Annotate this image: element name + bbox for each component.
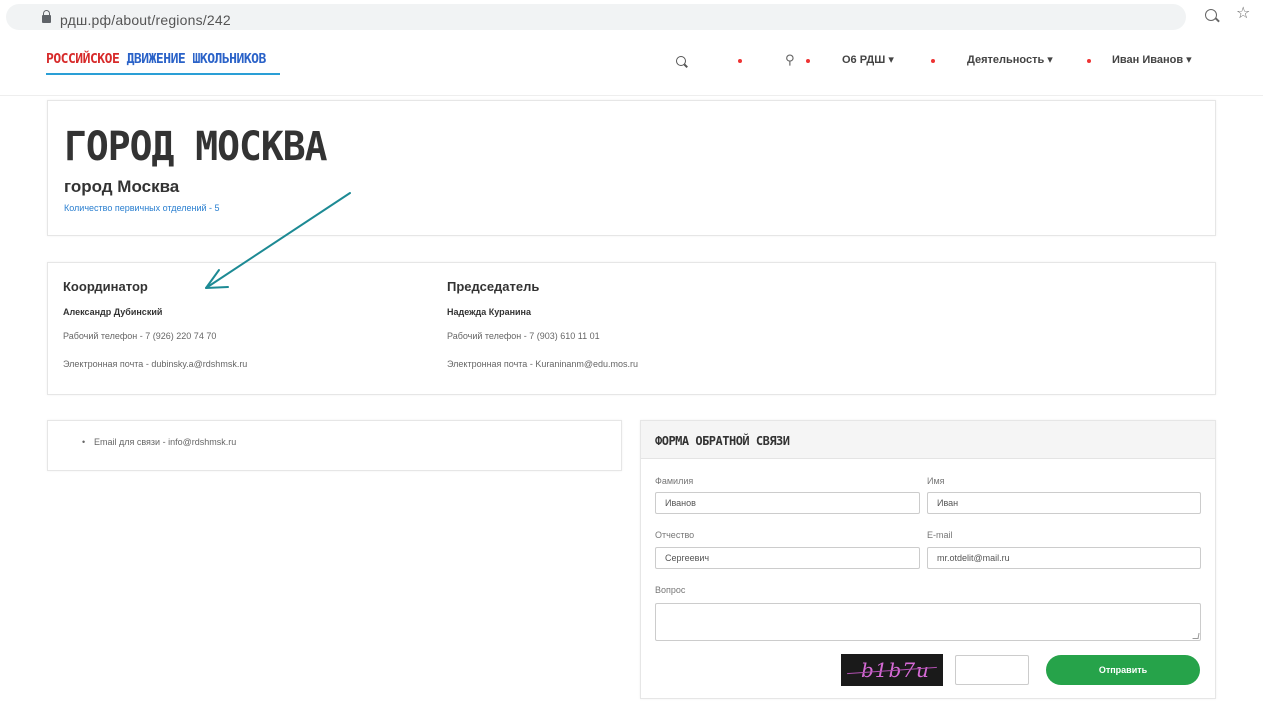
nav-separator-dot <box>1087 59 1091 63</box>
patronymic-field[interactable]: Сергеевич <box>655 547 920 569</box>
sitemap-icon[interactable]: ⚲ <box>785 52 795 68</box>
chairman-email: Электронная почта - Kuraninanm@edu.mos.r… <box>447 359 638 369</box>
nav-user-dropdown[interactable]: Иван Иванов ▾ <box>1112 53 1192 66</box>
form-title: ФОРМА ОБРАТНОЙ СВЯЗИ <box>655 434 790 448</box>
page-title: ГОРОД МОСКВА <box>64 123 328 170</box>
email-field[interactable]: mr.otdelit@mail.ru <box>927 547 1201 569</box>
nav-activity-dropdown[interactable]: Деятельность ▾ <box>967 53 1053 66</box>
contacts-card: Координатор Александр Дубинский Рабочий … <box>47 262 1216 395</box>
nav-separator-dot <box>806 59 810 63</box>
url-field[interactable]: рдш.рф/about/regions/242 <box>6 4 1186 30</box>
browser-address-bar: рдш.рф/about/regions/242 ☆ <box>0 0 1263 34</box>
patronymic-label: Отчество <box>655 530 695 540</box>
search-icon[interactable] <box>676 56 686 66</box>
site-logo[interactable]: РОССИЙСКОЕ ДВИЖЕНИЕ ШКОЛЬНИКОВ <box>46 52 266 67</box>
logo-underline <box>46 73 280 75</box>
bookmark-star-icon[interactable]: ☆ <box>1236 6 1250 22</box>
contact-email-item[interactable]: Email для связи - info@rdshmsk.ru <box>82 437 236 447</box>
surname-label: Фамилия <box>655 476 694 486</box>
captcha-image: b1b7u <box>841 654 943 686</box>
email-info-card: Email для связи - info@rdshmsk.ru <box>47 420 622 471</box>
region-header-card: ГОРОД МОСКВА город Москва Количество пер… <box>47 100 1216 236</box>
logo-text-red: РОССИЙСКОЕ <box>46 52 120 67</box>
submit-button[interactable]: Отправить <box>1046 655 1200 685</box>
feedback-form-card: ФОРМА ОБРАТНОЙ СВЯЗИ Фамилия Иванов Имя … <box>640 420 1216 699</box>
chairman-phone: Рабочий телефон - 7 (903) 610 11 01 <box>447 331 600 341</box>
coordinator-heading: Координатор <box>63 279 148 294</box>
zoom-icon[interactable] <box>1205 9 1217 21</box>
coordinator-phone: Рабочий телефон - 7 (926) 220 74 70 <box>63 331 217 341</box>
region-subtitle: город Москва <box>64 177 180 196</box>
chairman-heading: Председатель <box>447 279 540 294</box>
lock-icon[interactable] <box>42 10 51 23</box>
url-text[interactable]: рдш.рф/about/regions/242 <box>60 12 231 28</box>
question-label: Вопрос <box>655 585 686 595</box>
coordinator-name: Александр Дубинский <box>63 307 163 317</box>
branch-count: Количество первичных отделений - 5 <box>64 203 220 213</box>
captcha-input[interactable] <box>955 655 1029 685</box>
resize-handle-icon[interactable] <box>1192 633 1200 639</box>
name-label: Имя <box>927 476 945 486</box>
form-header: ФОРМА ОБРАТНОЙ СВЯЗИ <box>641 421 1215 459</box>
surname-field[interactable]: Иванов <box>655 492 920 514</box>
nav-about-dropdown[interactable]: О6 РДШ ▾ <box>842 53 894 66</box>
name-field[interactable]: Иван <box>927 492 1201 514</box>
nav-separator-dot <box>931 59 935 63</box>
site-header: РОССИЙСКОЕ ДВИЖЕНИЕ ШКОЛЬНИКОВ ⚲ О6 РДШ … <box>0 34 1263 96</box>
logo-text-blue: ДВИЖЕНИЕ ШКОЛЬНИКОВ <box>126 52 267 67</box>
coordinator-email: Электронная почта - dubinsky.a@rdshmsk.r… <box>63 359 248 369</box>
question-textarea[interactable] <box>655 603 1201 641</box>
chairman-name: Надежда Куранина <box>447 307 531 317</box>
email-label: E-mail <box>927 530 953 540</box>
nav-separator-dot <box>738 59 742 63</box>
